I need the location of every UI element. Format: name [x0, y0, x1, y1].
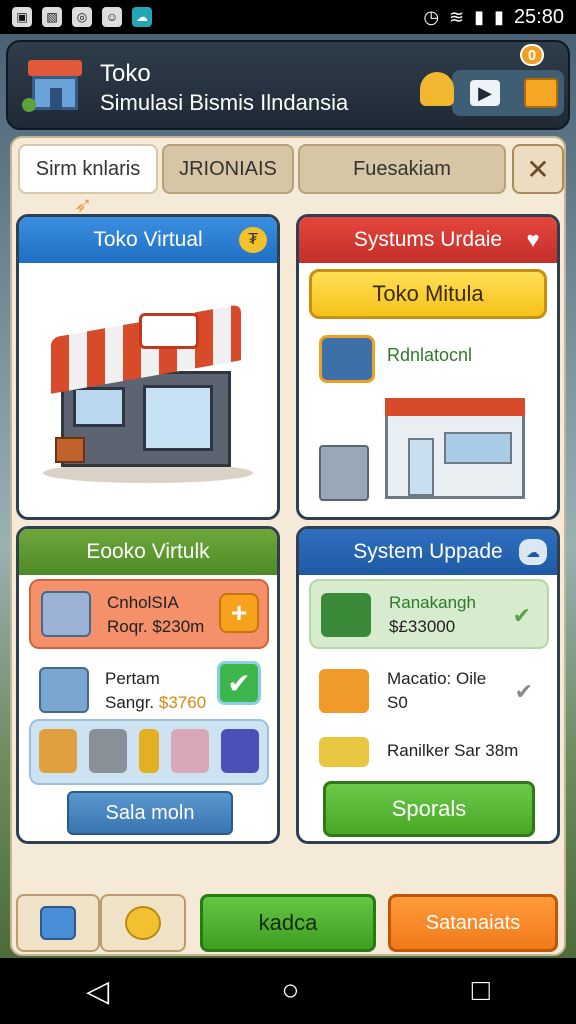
panel-header: Toko Virtual ₮	[19, 217, 277, 263]
delivery-truck-icon	[319, 335, 375, 383]
panel-system-upgrade: System Uppade ☁ Ranakangh $£33000 ✔ Maca…	[296, 526, 560, 844]
tab-2[interactable]: JRIONIAIS	[162, 144, 294, 194]
kiosk-icon	[319, 445, 369, 501]
item-name: CnholSIA	[107, 593, 179, 612]
item-price-row: Sangr. $3760	[105, 693, 206, 713]
check-icon: ✔	[514, 679, 533, 704]
recents-icon[interactable]: □	[472, 974, 490, 1008]
alarm-icon: ◷	[423, 6, 440, 27]
items-tray	[29, 719, 269, 785]
bottle-icon[interactable]	[139, 729, 159, 773]
status-bar: ▣ ▧ ◎ ☺ ☁ ◷ ≋ ▮ ▮ 25:80	[0, 0, 576, 34]
shop-illustration[interactable]	[43, 287, 253, 487]
panel-eooko: Eooko Virtulk CnholSIA Roqr. $230m + Per…	[16, 526, 280, 844]
bag-icon	[319, 669, 369, 713]
green-action-button[interactable]: kadca	[200, 894, 376, 952]
orange-action-button[interactable]: Satanaiats	[388, 894, 558, 952]
wifi-icon: ≋	[449, 6, 465, 27]
basket-icon	[41, 591, 91, 637]
image-icon: ▣	[12, 7, 32, 27]
store-logo-icon	[22, 54, 88, 120]
image-icon: ▧	[42, 7, 62, 27]
app-header: Toko Simulasi Bismis Ilndansia ▶	[6, 40, 570, 130]
status-right-icons: ◷ ≋ ▮ ▮ 25:80	[423, 6, 564, 29]
tab-3[interactable]: Fuesakiam	[298, 144, 506, 194]
item-name: Pertam	[105, 669, 160, 688]
clipboard-icon	[40, 906, 76, 940]
list-item[interactable]: Pertam Sangr. $3760 ✔	[29, 657, 269, 727]
list-item[interactable]: CnholSIA Roqr. $230m +	[29, 579, 269, 649]
navigation-bar: ◁ ○ □	[0, 958, 576, 1024]
tab-1[interactable]: Sirm knlaris	[18, 144, 158, 194]
add-button[interactable]: +	[219, 593, 259, 633]
specials-button[interactable]: Sporals	[323, 781, 535, 837]
cloud-icon: ☁	[519, 539, 547, 565]
upgrade-price: S0	[387, 693, 408, 712]
battery-icon: ▮	[494, 6, 504, 27]
panel-header: Eooko Virtulk	[19, 529, 277, 575]
item-price: $3760	[158, 693, 207, 712]
status-time: 25:80	[513, 5, 564, 28]
panel-title: Systums Urdaie	[353, 228, 503, 251]
store-building-illustration	[385, 398, 525, 499]
update-label: Rdnlatocnl	[387, 345, 473, 365]
back-icon[interactable]: ◁	[86, 974, 109, 1009]
bell-icon[interactable]	[420, 72, 454, 106]
panel-systems-update: Systums Urdaie ♥ Toko Mitula Rdnlatocnl	[296, 214, 560, 520]
upgrade-name: Macatio: Oile	[387, 669, 487, 688]
arrow-icon: ➶	[74, 192, 93, 217]
signal-icon: ▮	[474, 6, 485, 27]
cart-icon	[39, 667, 89, 713]
footer-bar: kadca Satanaiats	[10, 884, 566, 954]
cash-register-icon	[321, 593, 371, 637]
close-button[interactable]: ✕	[512, 144, 564, 194]
panel-header: System Uppade ☁	[299, 529, 557, 575]
sale-button[interactable]: Sala moln	[67, 791, 233, 835]
app-title: Toko	[100, 60, 151, 87]
register-icon[interactable]	[89, 729, 127, 773]
upgrade-name: Ranilker Sar 38m	[387, 741, 519, 760]
panel-title: Eooko Virtulk	[86, 540, 210, 563]
sandwich-icon[interactable]	[39, 729, 77, 773]
app-subtitle: Simulasi Bismis Ilndansia	[100, 90, 349, 115]
chat-icon: ☺	[102, 7, 122, 27]
coin-icon: ₮	[239, 227, 267, 253]
scanner-icon	[319, 737, 369, 767]
box-icon[interactable]	[171, 729, 209, 773]
notification-badge: 0	[520, 44, 544, 66]
tab-bar: Sirm knlaris JRIONIAIS Fuesakiam ✕ ➶	[16, 144, 564, 217]
item-price-prefix: Sangr.	[105, 693, 155, 712]
list-item[interactable]: Ranakangh $£33000 ✔	[309, 579, 549, 649]
panel-title: Toko Virtual	[93, 228, 203, 251]
home-icon[interactable]: ○	[281, 974, 299, 1008]
instagram-icon: ◎	[72, 7, 92, 27]
play-button[interactable]: ▶	[470, 80, 500, 106]
list-item[interactable]: Ranilker Sar 38m	[309, 725, 549, 779]
upgrade-price: $£33000	[389, 617, 456, 636]
item-price: Roqr. $230m	[107, 617, 205, 636]
list-item[interactable]: Macatio: Oile S0 ✔	[309, 657, 549, 727]
inventory-box-icon[interactable]	[524, 78, 558, 108]
heart-icon: ♥	[526, 227, 540, 252]
check-icon: ✔	[512, 603, 531, 628]
clipboard-button[interactable]	[16, 894, 100, 952]
toko-button[interactable]: Toko Mitula	[309, 269, 547, 319]
cloud-icon: ☁	[132, 7, 152, 27]
status-left-icons: ▣ ▧ ◎ ☺ ☁	[12, 7, 152, 27]
coins-button[interactable]	[100, 894, 186, 952]
calculator-icon[interactable]	[221, 729, 259, 773]
panel-toko-virtual: Toko Virtual ₮	[16, 214, 280, 520]
check-button[interactable]: ✔	[217, 661, 261, 705]
coins-icon	[125, 906, 161, 940]
panel-title: System Uppade	[353, 540, 503, 563]
upgrade-name: Ranakangh	[389, 593, 476, 612]
panel-header: Systums Urdaie ♥	[299, 217, 557, 263]
